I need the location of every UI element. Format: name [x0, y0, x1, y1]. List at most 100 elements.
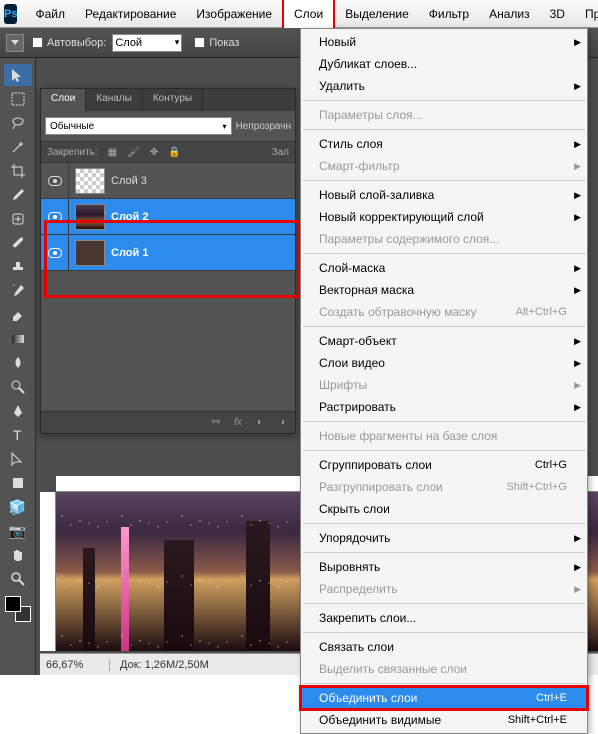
hand-tool[interactable]: [4, 544, 32, 566]
zoom-display[interactable]: 66,67%: [40, 659, 110, 671]
menu-item[interactable]: Смарт-объект▶: [301, 330, 587, 352]
visibility-toggle[interactable]: [41, 163, 69, 198]
color-swatches[interactable]: [5, 596, 31, 622]
menu-3d[interactable]: 3D: [540, 0, 575, 27]
menu-фильтр[interactable]: Фильтр: [419, 0, 479, 27]
dodge-tool[interactable]: [4, 376, 32, 398]
menu-item[interactable]: Растрировать▶: [301, 396, 587, 418]
layer-row[interactable]: Слой 2: [41, 199, 295, 235]
layer-name[interactable]: Слой 3: [111, 175, 147, 187]
menu-item-label: Векторная маска: [319, 283, 414, 297]
shape-tool[interactable]: [4, 472, 32, 494]
menu-item-label: Объединить видимые: [319, 713, 441, 727]
menu-item[interactable]: Стиль слоя▶: [301, 133, 587, 155]
panel-tab[interactable]: Слои: [41, 89, 86, 111]
menu-item[interactable]: Удалить▶: [301, 75, 587, 97]
submenu-arrow-icon: ▶: [574, 584, 581, 595]
panel-tab[interactable]: Контуры: [143, 89, 203, 111]
fx-icon[interactable]: fx: [231, 417, 245, 428]
menu-separator: [303, 326, 585, 327]
menu-item[interactable]: Слой-маска▶: [301, 257, 587, 279]
menu-item[interactable]: Закрепить слои...: [301, 607, 587, 629]
menu-item[interactable]: Сгруппировать слоиCtrl+G: [301, 454, 587, 476]
menu-item-label: Стиль слоя: [319, 137, 383, 151]
menu-item-label: Сгруппировать слои: [319, 458, 432, 472]
show-checkbox[interactable]: [194, 37, 205, 48]
wand-tool[interactable]: [4, 136, 32, 158]
menu-separator: [303, 603, 585, 604]
menu-item[interactable]: Векторная маска▶: [301, 279, 587, 301]
stamp-tool[interactable]: [4, 256, 32, 278]
eyedropper-tool[interactable]: [4, 184, 32, 206]
mask-icon[interactable]: ◐: [253, 417, 267, 428]
tool-preset-picker[interactable]: [6, 34, 24, 52]
menu-item[interactable]: Скрыть слои: [301, 498, 587, 520]
zoom-tool[interactable]: [4, 568, 32, 590]
menu-файл[interactable]: Файл: [25, 0, 75, 27]
menu-item[interactable]: Упорядочить▶: [301, 527, 587, 549]
menu-item-label: Растрировать: [319, 400, 396, 414]
menu-слои[interactable]: Слои: [282, 0, 335, 28]
heal-tool[interactable]: [4, 208, 32, 230]
menu-item[interactable]: Дубликат слоев...: [301, 53, 587, 75]
menu-item[interactable]: Объединить слоиCtrl+E: [301, 687, 587, 709]
crop-tool[interactable]: [4, 160, 32, 182]
menu-item[interactable]: Слои видео▶: [301, 352, 587, 374]
layer-thumbnail[interactable]: [75, 168, 105, 194]
submenu-arrow-icon: ▶: [574, 336, 581, 347]
menu-item-label: Дубликат слоев...: [319, 57, 417, 71]
menu-item-label: Выровнять: [319, 560, 380, 574]
menu-анализ[interactable]: Анализ: [479, 0, 540, 27]
eraser-tool[interactable]: [4, 304, 32, 326]
autoselect-checkbox[interactable]: [32, 37, 43, 48]
layers-menu-dropdown: Новый▶Дубликат слоев...Удалить▶Параметры…: [300, 28, 588, 734]
layers-empty-area[interactable]: [41, 271, 295, 411]
menu-item: Создать обтравочную маскуAlt+Ctrl+G: [301, 301, 587, 323]
layer-thumbnail[interactable]: [75, 240, 105, 266]
pen-tool[interactable]: [4, 400, 32, 422]
menu-item[interactable]: Новый слой-заливка▶: [301, 184, 587, 206]
menu-item[interactable]: Новый▶: [301, 31, 587, 53]
brush-tool[interactable]: [4, 232, 32, 254]
layer-name[interactable]: Слой 1: [111, 247, 148, 259]
lock-all-icon[interactable]: 🔒: [168, 147, 180, 158]
move-tool[interactable]: [4, 64, 32, 86]
panel-tab[interactable]: Каналы: [86, 89, 143, 111]
layer-row[interactable]: Слой 3: [41, 163, 295, 199]
type-tool[interactable]: T: [4, 424, 32, 446]
menu-shortcut: Ctrl+E: [536, 692, 567, 704]
3d-camera-tool[interactable]: 📷: [4, 520, 32, 542]
adjustment-icon[interactable]: ◑: [275, 417, 289, 428]
marquee-tool[interactable]: [4, 88, 32, 110]
menu-item[interactable]: Новый корректирующий слой▶: [301, 206, 587, 228]
visibility-toggle[interactable]: [41, 235, 69, 270]
menu-про[interactable]: Про: [575, 0, 598, 27]
blur-tool[interactable]: [4, 352, 32, 374]
ruler-vertical[interactable]: [40, 492, 56, 651]
visibility-toggle[interactable]: [41, 199, 69, 234]
eye-icon: [48, 176, 62, 186]
layer-name[interactable]: Слой 2: [111, 211, 148, 223]
layer-row[interactable]: Слой 1: [41, 235, 295, 271]
menu-редактирование[interactable]: Редактирование: [75, 0, 186, 27]
menu-item-label: Смарт-фильтр: [319, 159, 400, 173]
docsize-display[interactable]: Док: 1,26M/2,50M: [110, 659, 219, 671]
menu-item[interactable]: Связать слои: [301, 636, 587, 658]
path-tool[interactable]: [4, 448, 32, 470]
gradient-tool[interactable]: [4, 328, 32, 350]
layer-thumbnail[interactable]: [75, 204, 105, 230]
autoselect-select[interactable]: Слой: [112, 34, 182, 52]
history-brush-tool[interactable]: [4, 280, 32, 302]
lock-pixels-icon[interactable]: 🖌: [127, 147, 140, 158]
lasso-tool[interactable]: [4, 112, 32, 134]
lock-position-icon[interactable]: ✥: [150, 147, 158, 158]
lock-label: Закрепить:: [47, 147, 98, 158]
menu-выделение[interactable]: Выделение: [335, 0, 419, 27]
3d-tool[interactable]: 🧊: [4, 496, 32, 518]
lock-transparent-icon[interactable]: ▦: [108, 147, 117, 158]
link-layers-icon[interactable]: ⚯: [209, 417, 223, 428]
menu-item[interactable]: Выровнять▶: [301, 556, 587, 578]
menu-изображение[interactable]: Изображение: [186, 0, 282, 27]
menu-item[interactable]: Объединить видимыеShift+Ctrl+E: [301, 709, 587, 731]
blend-mode-select[interactable]: Обычные: [45, 117, 232, 135]
